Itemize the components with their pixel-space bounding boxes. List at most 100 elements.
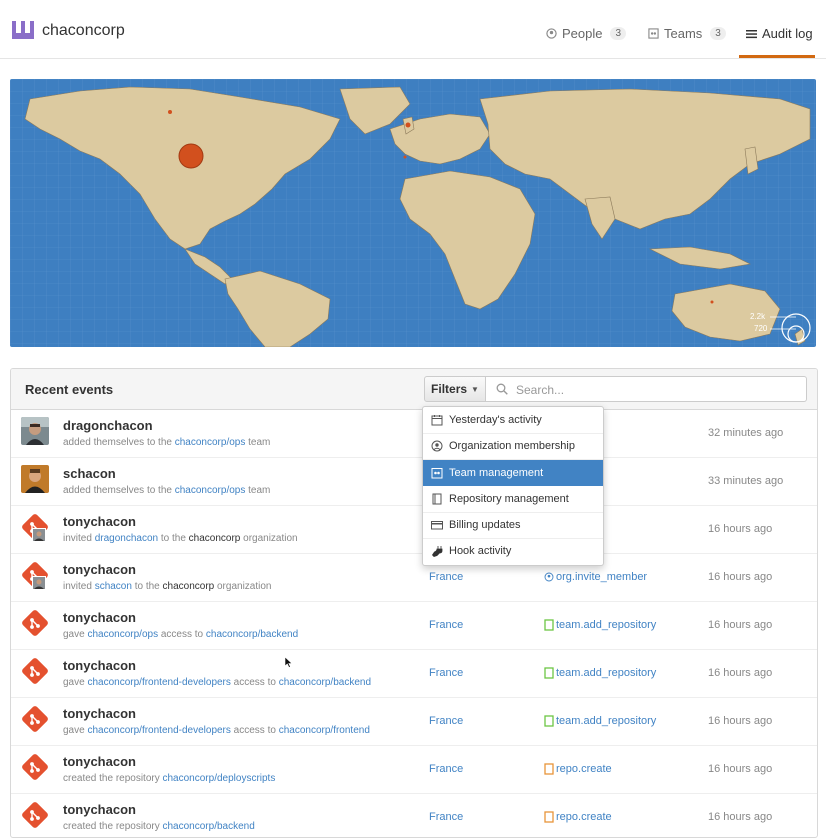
desc-link[interactable]: chaconcorp/ops: [175, 485, 246, 496]
avatar[interactable]: [21, 753, 49, 781]
world-map[interactable]: 2.2k 720: [10, 79, 816, 347]
event-action[interactable]: team.add_repository: [544, 667, 656, 679]
filter-label: Billing updates: [449, 519, 521, 531]
event-actor[interactable]: tonychacon: [63, 754, 136, 769]
event-location[interactable]: France: [429, 619, 463, 631]
event-location[interactable]: France: [429, 667, 463, 679]
desc-link[interactable]: chaconcorp/backend: [206, 629, 298, 640]
filters-dropdown: Yesterday's activity Organization member…: [422, 406, 604, 566]
desc-text: to the: [158, 533, 189, 544]
event-location[interactable]: France: [429, 571, 463, 583]
filter-organization-membership[interactable]: Organization membership: [423, 433, 603, 459]
teams-counter: 3: [710, 27, 726, 40]
desc-link[interactable]: chaconcorp/deployscripts: [163, 773, 276, 784]
event-actor[interactable]: tonychacon: [63, 562, 136, 577]
desc-text: added themselves to the: [63, 437, 175, 448]
desc-link[interactable]: chaconcorp/frontend-developers: [87, 725, 230, 736]
desc-link[interactable]: chaconcorp/ops: [175, 437, 246, 448]
desc-text: added themselves to the: [63, 485, 175, 496]
event-time: 32 minutes ago: [708, 427, 784, 439]
team-action-icon: [544, 715, 554, 727]
event-actor[interactable]: tonychacon: [63, 514, 136, 529]
filter-team-management[interactable]: Team management: [423, 460, 603, 486]
filter-label: Yesterday's activity: [449, 414, 542, 426]
people-counter: 3: [610, 27, 627, 40]
filter-label: Organization membership: [449, 440, 575, 452]
filter-hook-activity[interactable]: Hook activity: [423, 538, 603, 564]
calendar-icon: [431, 415, 443, 426]
desc-link[interactable]: schacon: [95, 581, 132, 592]
event-time: 16 hours ago: [708, 523, 773, 535]
desc-link[interactable]: dragonchacon: [95, 533, 158, 544]
event-action[interactable]: team.add_repository: [544, 619, 656, 631]
filter-yesterdays-activity[interactable]: Yesterday's activity: [423, 407, 603, 433]
filter-repository-management[interactable]: Repository management: [423, 486, 603, 512]
event-actor[interactable]: tonychacon: [63, 706, 136, 721]
user-photo-schacon: [21, 465, 49, 493]
filter-billing-updates[interactable]: Billing updates: [423, 512, 603, 538]
avatar[interactable]: [21, 417, 49, 445]
org-name[interactable]: chaconcorp: [42, 22, 125, 40]
event-action[interactable]: repo.create: [544, 763, 612, 775]
avatar[interactable]: [21, 657, 49, 685]
event-time: 16 hours ago: [708, 571, 773, 583]
avatar[interactable]: [21, 705, 49, 733]
event-action[interactable]: team.add_repository: [544, 715, 656, 727]
event-actor[interactable]: tonychacon: [63, 802, 136, 817]
event-time: 16 hours ago: [708, 619, 773, 631]
event-actor[interactable]: tonychacon: [63, 658, 136, 673]
event-row: tonychacon invited dragonchacon to the ch…: [11, 505, 817, 554]
avatar[interactable]: [21, 465, 49, 493]
git-logo-icon: [22, 610, 48, 636]
people-icon: [546, 28, 557, 39]
event-location[interactable]: France: [429, 763, 463, 775]
nav-people[interactable]: People 3: [546, 26, 627, 41]
event-action-label: org.invite_member: [556, 571, 648, 583]
desc-link[interactable]: chaconcorp/backend: [279, 677, 371, 688]
team-action-icon: [544, 667, 554, 679]
desc-link[interactable]: chaconcorp/frontend-developers: [87, 677, 230, 688]
events-header: Recent events Filters ▼: [11, 369, 817, 410]
event-actor[interactable]: dragonchacon: [63, 418, 153, 433]
org-action-icon: [544, 572, 554, 582]
event-row: tonychacon gave chaconcorp/frontend-devel…: [11, 649, 817, 698]
event-action-label: team.add_repository: [556, 667, 657, 679]
filter-label: Team management: [449, 467, 544, 479]
plug-icon: [431, 546, 443, 557]
avatar[interactable]: [21, 801, 49, 829]
teams-icon: [648, 28, 659, 39]
search-input[interactable]: [514, 380, 798, 400]
event-action-label: repo.create: [556, 811, 612, 823]
search-icon: [496, 383, 508, 395]
search-box[interactable]: [486, 376, 807, 402]
event-row: tonychacon created the repository chaconc…: [11, 745, 817, 794]
desc-text: to the: [131, 581, 163, 592]
repo-action-icon: [544, 763, 554, 775]
event-description: added themselves to the chaconcorp/ops t…: [63, 437, 270, 448]
event-location[interactable]: France: [429, 715, 463, 727]
filter-label: Hook activity: [449, 545, 512, 557]
event-actor[interactable]: schacon: [63, 466, 116, 481]
caret-down-icon: ▼: [471, 384, 479, 394]
event-action[interactable]: repo.create: [544, 811, 612, 823]
event-action[interactable]: org.invite_member: [544, 571, 647, 583]
event-row: tonychacon gave chaconcorp/ops access to …: [11, 601, 817, 650]
desc-link[interactable]: chaconcorp/ops: [87, 629, 158, 640]
event-description: created the repository chaconcorp/deploy…: [63, 773, 275, 784]
desc-link[interactable]: chaconcorp/backend: [163, 821, 255, 832]
desc-link[interactable]: chaconcorp/frontend: [279, 725, 370, 736]
git-logo-icon: [22, 658, 48, 684]
event-location[interactable]: France: [429, 811, 463, 823]
repo-icon: [432, 493, 442, 505]
nav-teams[interactable]: Teams 3: [648, 26, 726, 41]
nav-audit-log[interactable]: Audit log: [746, 26, 813, 41]
desc-text: access to: [230, 725, 279, 736]
avatar[interactable]: [21, 609, 49, 637]
desc-text: gave: [63, 725, 88, 736]
event-action-label: repo.create: [556, 763, 612, 775]
org-logo-icon[interactable]: [12, 19, 34, 41]
event-actor[interactable]: tonychacon: [63, 610, 136, 625]
event-time: 16 hours ago: [708, 811, 773, 823]
user-photo-dragonchacon: [21, 417, 49, 445]
filters-button[interactable]: Filters ▼: [424, 376, 486, 402]
